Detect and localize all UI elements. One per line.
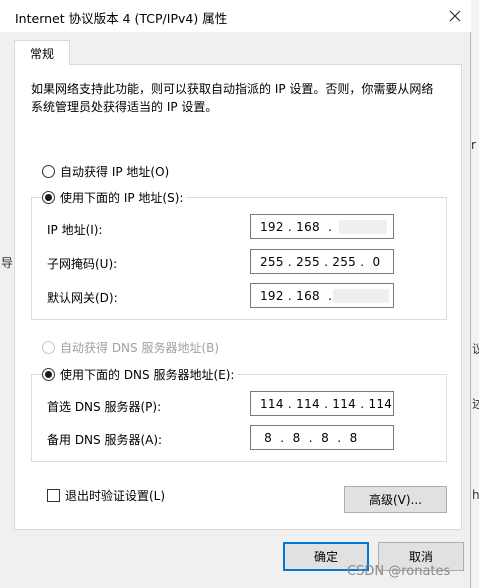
background-text: r	[471, 138, 476, 152]
watermark: CSDN @ronates	[347, 564, 451, 579]
background-text: 述	[472, 397, 479, 411]
alternate-dns-label: 备用 DNS 服务器(A):	[47, 433, 163, 447]
preferred-dns-value: 114 . 114 . 114 . 114	[260, 396, 393, 411]
preferred-dns-label: 首选 DNS 服务器(P):	[47, 400, 162, 414]
preferred-dns-input[interactable]: 114 . 114 . 114 . 114	[250, 391, 394, 416]
tab-general[interactable]: 常规	[14, 40, 70, 65]
auto-dns-option[interactable]: 自动获得 DNS 服务器地址(B)	[42, 339, 219, 356]
manual-dns-label: 使用下面的 DNS 服务器地址(E):	[60, 368, 235, 382]
tcpipv4-properties-dialog: Internet 协议版本 4 (TCP/IPv4) 属性 常规 如果网络支持此…	[0, 0, 471, 588]
ip-address-input[interactable]: 192 . 168 .	[250, 214, 394, 239]
auto-ip-option[interactable]: 自动获得 IP 地址(O)	[42, 163, 169, 180]
ip-address-label: IP 地址(I):	[47, 223, 103, 237]
background-text: 导	[1, 256, 14, 270]
manual-ip-option[interactable]: 使用下面的 IP 地址(S):	[42, 189, 187, 206]
auto-ip-radio[interactable]	[42, 165, 55, 178]
validate-on-exit-checkbox[interactable]	[47, 489, 60, 502]
background-text: 议	[472, 342, 479, 356]
background-text: h	[472, 488, 479, 502]
subnet-mask-label: 子网掩码(U):	[47, 257, 118, 271]
obscured-region	[339, 220, 387, 234]
validate-on-exit-label: 退出时验证设置(L)	[65, 489, 166, 503]
advanced-button[interactable]: 高级(V)...	[344, 486, 447, 513]
default-gateway-input[interactable]: 192 . 168 .	[250, 283, 394, 308]
default-gateway-label: 默认网关(D):	[47, 291, 118, 305]
auto-ip-label: 自动获得 IP 地址(O)	[60, 165, 170, 179]
obscured-region	[333, 289, 389, 303]
subnet-mask-input[interactable]: 255 . 255 . 255 . 0	[250, 249, 394, 274]
subnet-mask-value: 255 . 255 . 255 . 0	[260, 254, 381, 269]
close-icon	[449, 10, 461, 22]
manual-dns-option[interactable]: 使用下面的 DNS 服务器地址(E):	[42, 366, 238, 383]
auto-dns-label: 自动获得 DNS 服务器地址(B)	[60, 341, 220, 355]
window-title: Internet 协议版本 4 (TCP/IPv4) 属性	[15, 11, 228, 26]
auto-dns-radio[interactable]	[42, 341, 55, 354]
alternate-dns-input[interactable]: 8 . 8 . 8 . 8	[250, 425, 394, 450]
validate-on-exit-option[interactable]: 退出时验证设置(L)	[47, 487, 165, 504]
default-gateway-value: 192 . 168 .	[260, 288, 333, 303]
title-bar: Internet 协议版本 4 (TCP/IPv4) 属性	[0, 0, 471, 32]
alternate-dns-value: 8 . 8 . 8 . 8	[260, 430, 358, 445]
close-button[interactable]	[438, 0, 472, 32]
manual-dns-radio[interactable]	[42, 368, 55, 381]
manual-ip-label: 使用下面的 IP 地址(S):	[60, 191, 184, 205]
ip-address-value: 192 . 168 .	[260, 219, 333, 234]
description-text: 如果网络支持此功能，则可以获取自动指派的 IP 设置。否则，你需要从网络系统管理…	[31, 82, 434, 114]
manual-ip-radio[interactable]	[42, 191, 55, 204]
